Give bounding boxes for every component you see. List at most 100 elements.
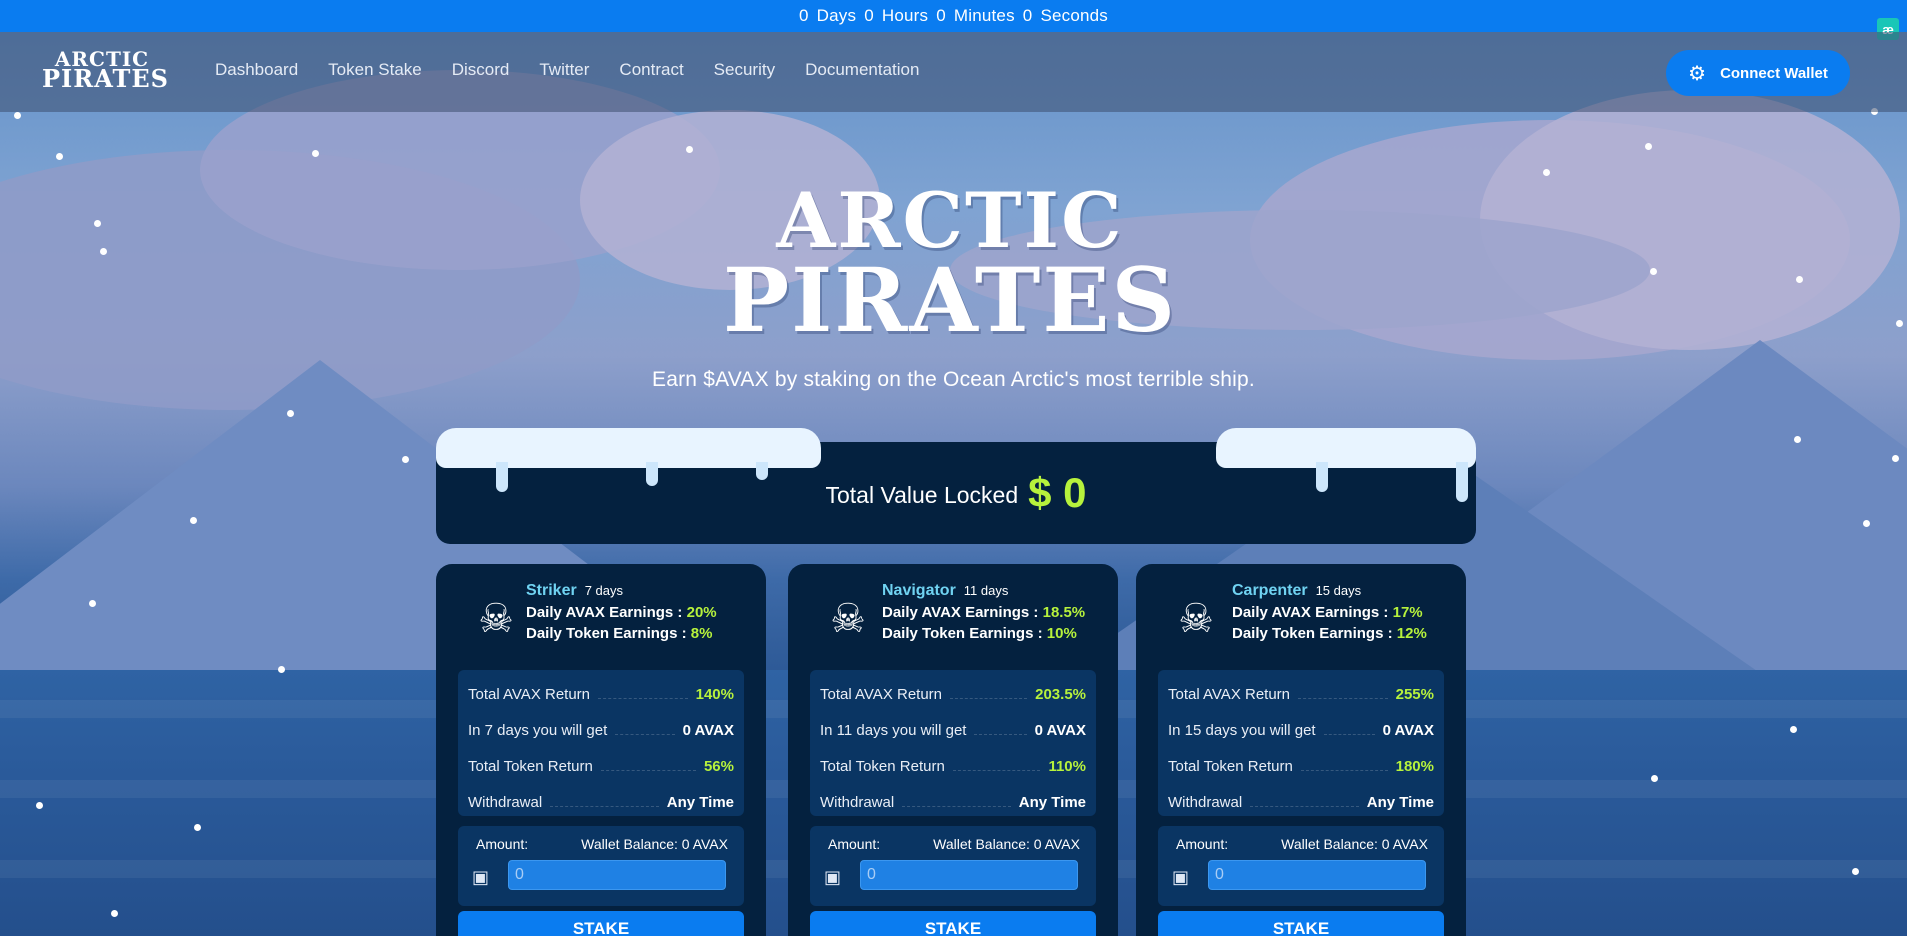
wallet-balance: Wallet Balance: 0 AVAX [581, 836, 728, 852]
daily-avax-value: 17% [1392, 604, 1423, 621]
amount-input[interactable] [508, 860, 726, 890]
daily-token-earnings: Daily Token Earnings : 10% [882, 625, 1085, 642]
pirate-skull-icon: ☠ [478, 597, 514, 641]
nav-dashboard[interactable]: Dashboard [215, 60, 298, 80]
plan-card-striker: ☠ Striker 7 days Daily AVAX Earnings : 20… [436, 564, 766, 936]
plan-stats: Total AVAX Return 203.5% In 11 days you w… [810, 670, 1096, 816]
stat-label: Total AVAX Return [1168, 685, 1291, 703]
nav-security[interactable]: Security [714, 60, 775, 80]
dotted-leader [974, 733, 1027, 735]
stat-value: 0 AVAX [1034, 721, 1086, 739]
wallet-balance: Wallet Balance: 0 AVAX [933, 836, 1080, 852]
stake-button[interactable]: STAKE [1158, 911, 1444, 936]
stat-label: In 11 days you will get [820, 721, 967, 739]
seconds-value: 0 [1022, 6, 1033, 25]
plan-card-header: ☠ Navigator 11 days Daily AVAX Earnings :… [826, 582, 1106, 652]
plan-stats: Total AVAX Return 140% In 7 days you will… [458, 670, 744, 816]
dotted-leader [550, 805, 659, 807]
stat-value: 110% [1048, 757, 1086, 775]
plan-card-carpenter: ☠ Carpenter 15 days Daily AVAX Earnings :… [1136, 564, 1466, 936]
stat-label: Total AVAX Return [820, 685, 943, 703]
dotted-leader [598, 697, 688, 699]
dotted-leader [1250, 805, 1359, 807]
stat-row: Total AVAX Return 140% [468, 676, 734, 712]
treasure-chest-icon: ▣ [824, 867, 842, 887]
plan-duration: 7 days [584, 583, 624, 598]
amount-input[interactable] [1208, 860, 1426, 890]
connect-wallet-button[interactable]: ⚙ Connect Wallet [1666, 50, 1850, 96]
stat-label: Withdrawal [468, 793, 543, 811]
gear-icon: ⚙ [1688, 62, 1707, 85]
nav-token-stake[interactable]: Token Stake [328, 60, 422, 80]
stat-row: Total Token Return 180% [1168, 748, 1434, 784]
hours-label: Hours [881, 6, 929, 25]
stat-label: Total AVAX Return [468, 685, 591, 703]
stat-label: Total Token Return [820, 757, 945, 775]
amount-label: Amount: [1176, 836, 1229, 852]
stat-row: Withdrawal Any Time [1168, 784, 1434, 820]
plan-card-navigator: ☠ Navigator 11 days Daily AVAX Earnings :… [788, 564, 1118, 936]
nav-discord[interactable]: Discord [452, 60, 510, 80]
stat-label: Withdrawal [1168, 793, 1243, 811]
daily-avax-label: Daily AVAX Earnings : [1232, 604, 1389, 621]
minutes-value: 0 [936, 6, 946, 25]
daily-token-value: 8% [690, 625, 713, 642]
dotted-leader [1298, 697, 1388, 699]
daily-avax-label: Daily AVAX Earnings : [526, 604, 683, 621]
connect-wallet-label: Connect Wallet [1720, 64, 1828, 82]
brand-logo[interactable]: ARCTIC PIRATES [42, 49, 170, 93]
daily-token-value: 12% [1396, 625, 1427, 642]
dotted-leader [600, 769, 696, 771]
dotted-leader [615, 733, 675, 735]
icicle [1456, 462, 1468, 502]
treasure-chest-icon: ▣ [1172, 867, 1190, 887]
tvl-value: $ 0 [1028, 469, 1087, 516]
nav-documentation[interactable]: Documentation [805, 60, 919, 80]
plan-card-info: Striker 7 days Daily AVAX Earnings : 20% … [526, 582, 717, 642]
stat-label: In 15 days you will get [1168, 721, 1316, 739]
nav-contract[interactable]: Contract [619, 60, 683, 80]
amount-label: Amount: [828, 836, 881, 852]
daily-avax-earnings: Daily AVAX Earnings : 18.5% [882, 604, 1085, 621]
icicle [756, 462, 768, 480]
stat-row: In 15 days you will get 0 AVAX [1168, 712, 1434, 748]
brand-logo-line2: PIRATES [42, 64, 170, 93]
stat-row: Total Token Return 56% [468, 748, 734, 784]
nav-links: Dashboard Token Stake Discord Twitter Co… [215, 60, 949, 80]
pirate-skull-icon: ☠ [1178, 597, 1214, 641]
amount-input[interactable] [860, 860, 1078, 890]
stat-label: Total Token Return [1168, 757, 1293, 775]
dotted-leader [1300, 769, 1388, 771]
stake-button[interactable]: STAKE [810, 911, 1096, 936]
stake-button[interactable]: STAKE [458, 911, 744, 936]
days-label: Days [816, 6, 857, 25]
dotted-leader [902, 805, 1011, 807]
countdown-bar: 0 Days 0 Hours 0 Minutes 0 Seconds [0, 0, 1907, 32]
plan-name: Striker [526, 582, 577, 599]
stat-row: Total AVAX Return 203.5% [820, 676, 1086, 712]
plan-stats: Total AVAX Return 255% In 15 days you wil… [1158, 670, 1444, 816]
daily-avax-earnings: Daily AVAX Earnings : 20% [526, 604, 717, 621]
daily-token-earnings: Daily Token Earnings : 12% [1232, 625, 1427, 642]
stat-row: In 11 days you will get 0 AVAX [820, 712, 1086, 748]
daily-token-label: Daily Token Earnings : [526, 625, 687, 642]
stat-label: In 7 days you will get [468, 721, 608, 739]
stat-row: In 7 days you will get 0 AVAX [468, 712, 734, 748]
icicle [646, 462, 658, 486]
daily-avax-value: 20% [686, 604, 717, 621]
icicle [496, 462, 508, 492]
ice-decoration-right [1216, 428, 1476, 468]
daily-avax-value: 18.5% [1042, 604, 1086, 621]
dotted-leader [1323, 733, 1375, 735]
stat-row: Withdrawal Any Time [820, 784, 1086, 820]
nav-twitter[interactable]: Twitter [539, 60, 589, 80]
plan-card-header: ☠ Striker 7 days Daily AVAX Earnings : 20… [474, 582, 754, 652]
hours-value: 0 [864, 6, 874, 25]
amount-panel: Amount: Wallet Balance: 0 AVAX ▣ [810, 826, 1096, 906]
plan-card-info: Carpenter 15 days Daily AVAX Earnings : 1… [1232, 582, 1427, 642]
daily-token-label: Daily Token Earnings : [882, 625, 1043, 642]
amount-panel: Amount: Wallet Balance: 0 AVAX ▣ [1158, 826, 1444, 906]
icicle [1316, 462, 1328, 492]
stat-value: 56% [703, 757, 734, 775]
plan-name: Navigator [882, 582, 956, 599]
